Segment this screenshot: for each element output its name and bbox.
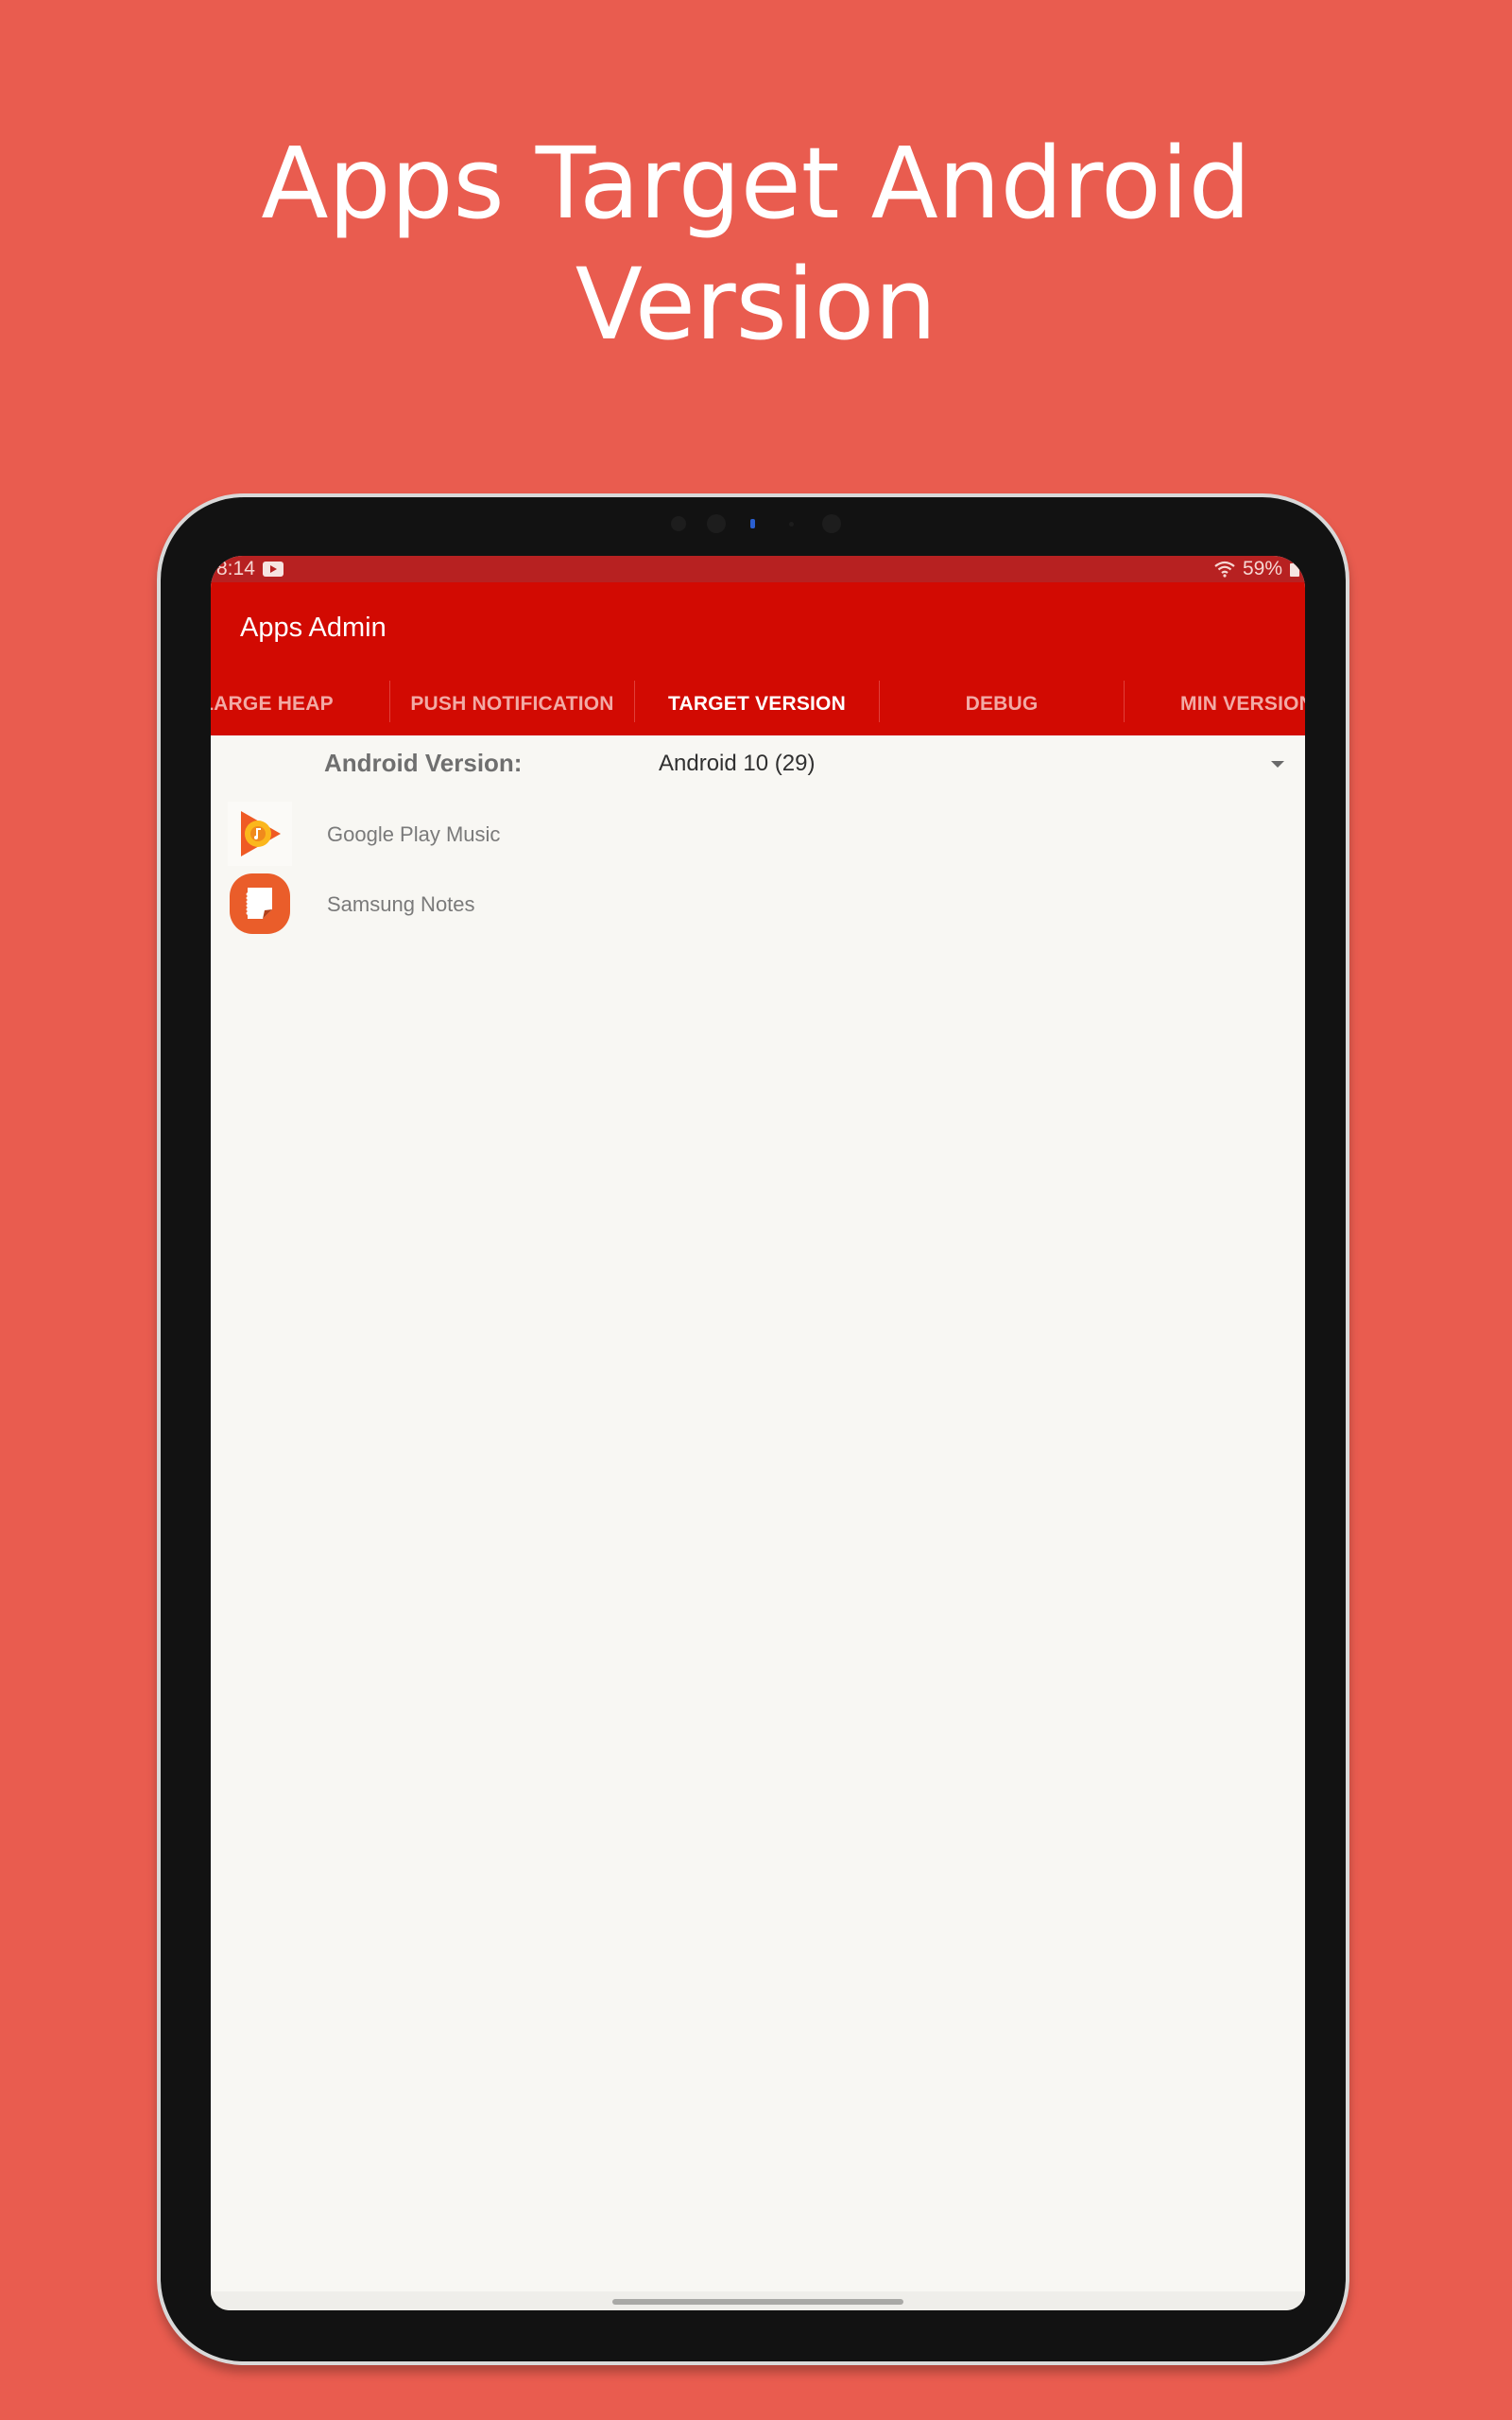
youtube-icon — [262, 562, 284, 577]
app-name: Samsung Notes — [327, 892, 475, 916]
list-item[interactable]: Google Play Music — [211, 802, 1305, 870]
tablet-frame: 8:14 59% Apps Admin LARGE HEAP PUSH NOTI… — [157, 493, 1349, 2365]
battery-icon — [1290, 562, 1299, 577]
battery-percent: 59% — [1242, 558, 1282, 579]
camera-lens-icon — [707, 514, 726, 533]
camera-lens-icon — [822, 514, 841, 533]
tab-push-notification[interactable]: PUSH NOTIFICATION — [390, 673, 634, 735]
proximity-sensor-icon — [789, 522, 794, 527]
list-item[interactable]: Samsung Notes — [211, 870, 1305, 938]
tab-bar[interactable]: LARGE HEAP PUSH NOTIFICATION TARGET VERS… — [211, 673, 1305, 735]
app-title: Apps Admin — [240, 613, 387, 643]
version-label: Android Version: — [324, 749, 523, 777]
promo-headline-line1: Apps Target Android — [261, 126, 1251, 241]
google-play-music-icon — [228, 802, 292, 866]
samsung-notes-icon — [230, 873, 290, 934]
home-indicator[interactable] — [612, 2299, 903, 2305]
dropdown-arrow-icon — [1271, 761, 1284, 768]
status-bar: 8:14 59% — [211, 556, 1305, 582]
promo-headline: Apps Target Android Version — [0, 123, 1512, 365]
app-name: Google Play Music — [327, 822, 501, 846]
status-time: 8:14 — [216, 558, 255, 579]
device-screen: 8:14 59% Apps Admin LARGE HEAP PUSH NOTI… — [211, 556, 1305, 2310]
promo-headline-line2: Version — [575, 247, 937, 362]
tab-target-version[interactable]: TARGET VERSION — [635, 673, 879, 735]
version-filter-row: Android Version: Android 10 (29) — [211, 735, 1305, 792]
version-dropdown[interactable]: Android 10 (29) — [656, 745, 1284, 783]
sensor-icon — [671, 516, 686, 531]
tab-min-version[interactable]: MIN VERSION — [1125, 673, 1305, 735]
wifi-icon — [1214, 561, 1235, 578]
camera-cutout — [671, 514, 879, 537]
camera-led-icon — [750, 519, 755, 528]
tab-debug[interactable]: DEBUG — [880, 673, 1124, 735]
version-selected-value: Android 10 (29) — [659, 751, 816, 776]
app-bar: Apps Admin LARGE HEAP PUSH NOTIFICATION … — [211, 582, 1305, 735]
tab-large-heap[interactable]: LARGE HEAP — [211, 673, 362, 735]
